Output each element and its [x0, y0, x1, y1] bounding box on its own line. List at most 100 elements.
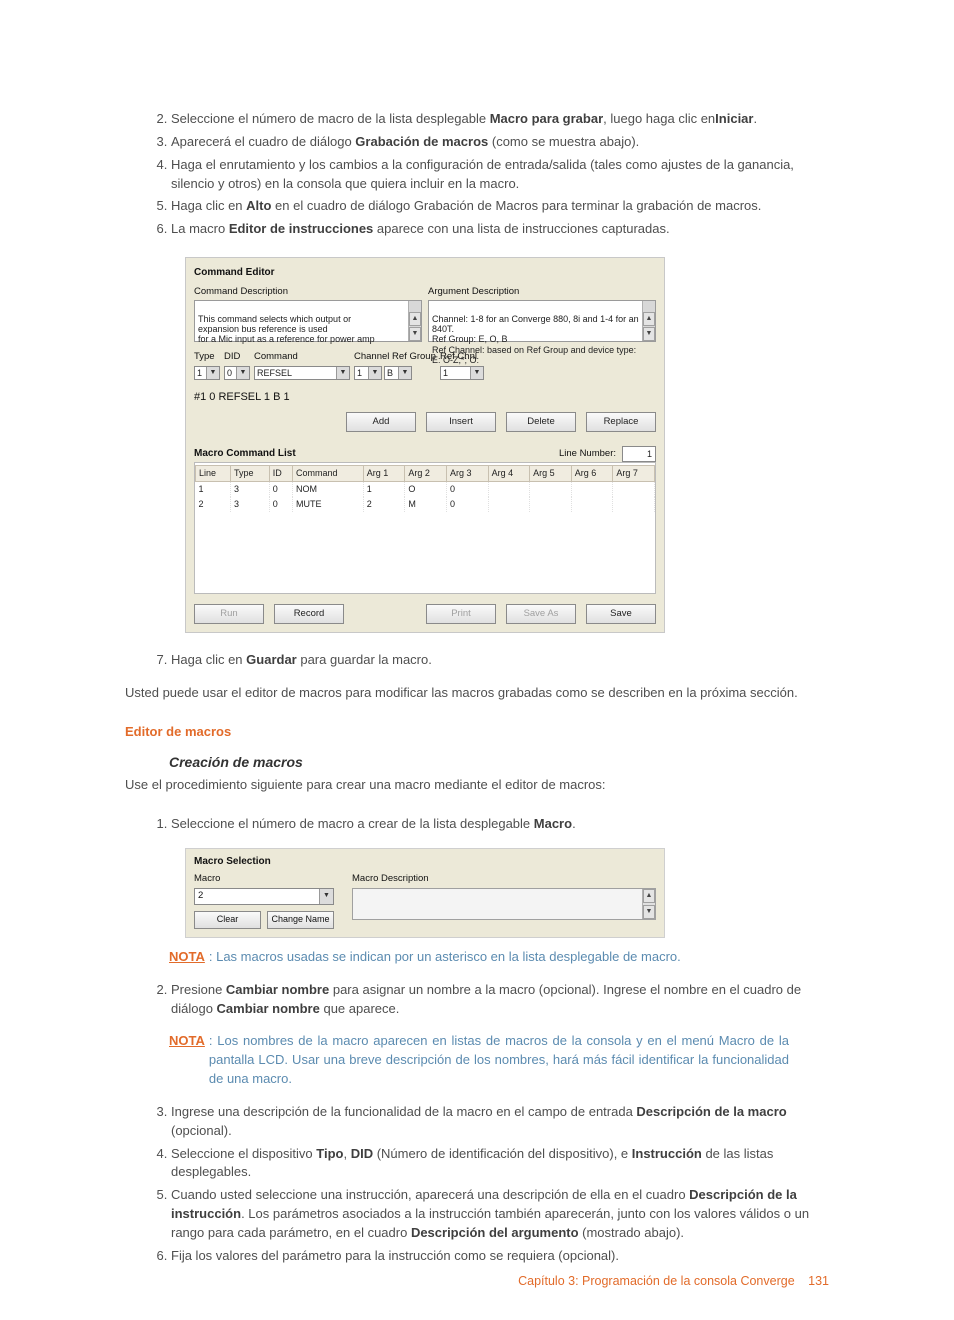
table-header-cell: ID [269, 466, 292, 482]
channel-select[interactable]: 1▼ [354, 366, 382, 380]
scroll-down-icon[interactable]: ▼ [643, 327, 655, 341]
chevron-down-icon[interactable]: ▼ [368, 367, 381, 379]
scroll-up-icon[interactable]: ▲ [643, 312, 655, 326]
change-name-button[interactable]: Change Name [267, 911, 334, 929]
scrollbar[interactable]: ▲ ▼ [642, 889, 655, 919]
argument-description-textarea[interactable]: Channel: 1-8 for an Converge 880, 8i and… [428, 300, 656, 342]
table-header-cell: Type [231, 466, 270, 482]
step-2: Seleccione el número de macro de la list… [171, 110, 829, 129]
subheading-creacion-de-macros: Creación de macros [169, 752, 829, 772]
nota-text: : Los nombres de la macro aparecen en li… [209, 1032, 789, 1089]
table-cell [530, 497, 572, 512]
record-button[interactable]: Record [274, 604, 344, 624]
chevron-down-icon[interactable]: ▼ [336, 367, 349, 379]
table-cell [613, 497, 655, 512]
macro-selection-title: Macro Selection [194, 855, 656, 870]
type-label: Type [194, 350, 220, 364]
table-cell: 0 [446, 482, 488, 498]
nota-block-1: NOTA : Las macros usadas se indican por … [169, 948, 789, 967]
command-description-label: Command Description [194, 285, 422, 299]
macro-line-display: #1 0 REFSEL 1 B 1 [194, 390, 656, 406]
line-number-input[interactable]: 1 [622, 446, 656, 462]
table-cell: NOM [293, 482, 364, 498]
scrollbar[interactable]: ▲ ▼ [408, 301, 421, 341]
delete-button[interactable]: Delete [506, 412, 576, 432]
print-button[interactable]: Print [426, 604, 496, 624]
step-5: Haga clic en Alto en el cuadro de diálog… [171, 197, 829, 216]
command-editor-dialog: Command Editor Command Description This … [185, 257, 665, 633]
macro-label: Macro [194, 872, 334, 886]
scroll-up-icon[interactable]: ▲ [409, 312, 421, 326]
insert-button[interactable]: Insert [426, 412, 496, 432]
line-number-label: Line Number: [559, 447, 616, 461]
chevron-down-icon[interactable]: ▼ [398, 367, 411, 379]
scroll-up-icon[interactable]: ▲ [643, 889, 655, 903]
chevron-down-icon[interactable]: ▼ [319, 889, 333, 904]
table-row[interactable]: 230MUTE2M0 [196, 497, 655, 512]
step-3: Aparecerá el cuadro de diálogo Grabación… [171, 133, 829, 152]
macro-selection-dialog: Macro Selection Macro 2▼ Clear Change Na… [185, 848, 665, 938]
table-cell: 1 [363, 482, 405, 498]
nota-block-2: NOTA : Los nombres de la macro aparecen … [169, 1032, 789, 1089]
table-header-cell: Arg 7 [613, 466, 655, 482]
nota-label: NOTA [169, 948, 205, 967]
table-cell: O [405, 482, 447, 498]
macro-description-label: Macro Description [352, 872, 656, 886]
chevron-down-icon[interactable]: ▼ [470, 367, 483, 379]
footer-chapter: Capítulo 3: Programación de la consola C… [518, 1274, 795, 1288]
replace-button[interactable]: Replace [586, 412, 656, 432]
chevron-down-icon[interactable]: ▼ [206, 367, 219, 379]
table-cell: 2 [363, 497, 405, 512]
step-b3: Ingrese una descripción de la funcionali… [171, 1103, 829, 1141]
steps-7: Haga clic en Guardar para guardar la mac… [125, 651, 829, 670]
table-row[interactable]: 130NOM1O0 [196, 482, 655, 498]
steps-b-3-6: Ingrese una descripción de la funcionali… [125, 1103, 829, 1266]
clear-button[interactable]: Clear [194, 911, 261, 929]
add-button[interactable]: Add [346, 412, 416, 432]
scrollbar[interactable]: ▲ ▼ [642, 301, 655, 341]
did-select[interactable]: 0▼ [224, 366, 250, 380]
chevron-down-icon[interactable]: ▼ [236, 367, 249, 379]
refgroup-select[interactable]: B▼ [384, 366, 412, 380]
macro-command-list-title: Macro Command List [194, 447, 296, 462]
macro-description-textarea[interactable]: ▲ ▼ [352, 888, 656, 920]
table-cell [571, 482, 613, 498]
command-description-textarea[interactable]: This command selects which output or exp… [194, 300, 422, 342]
save-as-button[interactable]: Save As [506, 604, 576, 624]
table-header-cell: Arg 5 [530, 466, 572, 482]
type-select[interactable]: 1▼ [194, 366, 220, 380]
steps-b-2: Presione Cambiar nombre para asignar un … [125, 981, 829, 1019]
table-header-cell: Arg 2 [405, 466, 447, 482]
table-header-cell: Arg 6 [571, 466, 613, 482]
table-cell [488, 497, 530, 512]
scroll-down-icon[interactable]: ▼ [643, 905, 655, 919]
table-header-cell: Arg 3 [446, 466, 488, 482]
nota-text: : Las macros usadas se indican por un as… [209, 948, 789, 967]
table-cell: 0 [269, 482, 292, 498]
table-cell: 0 [446, 497, 488, 512]
table-cell [571, 497, 613, 512]
macro-select[interactable]: 2▼ [194, 888, 334, 905]
table-cell: 1 [196, 482, 231, 498]
steps-b-1: Seleccione el número de macro a crear de… [125, 815, 829, 834]
table-cell: 2 [196, 497, 231, 512]
table-cell [530, 482, 572, 498]
dialog-title: Command Editor [194, 266, 656, 281]
table-cell: MUTE [293, 497, 364, 512]
command-select[interactable]: REFSEL▼ [254, 366, 350, 380]
step-7: Haga clic en Guardar para guardar la mac… [171, 651, 829, 670]
table-header-cell: Command [293, 466, 364, 482]
page-footer: Capítulo 3: Programación de la consola C… [518, 1272, 829, 1290]
table-cell [613, 482, 655, 498]
run-button[interactable]: Run [194, 604, 264, 624]
table-cell: 3 [231, 482, 270, 498]
step-b5: Cuando usted seleccione una instrucción,… [171, 1186, 829, 1243]
refchnl-select[interactable]: 1▼ [440, 366, 484, 380]
save-button[interactable]: Save [586, 604, 656, 624]
table-cell [488, 482, 530, 498]
step-b6: Fija los valores del parámetro para la i… [171, 1247, 829, 1266]
command-label: Command [254, 350, 350, 364]
step-b4: Seleccione el dispositivo Tipo, DID (Núm… [171, 1145, 829, 1183]
scroll-down-icon[interactable]: ▼ [409, 327, 421, 341]
macro-command-table: LineTypeIDCommandArg 1Arg 2Arg 3Arg 4Arg… [194, 462, 656, 594]
